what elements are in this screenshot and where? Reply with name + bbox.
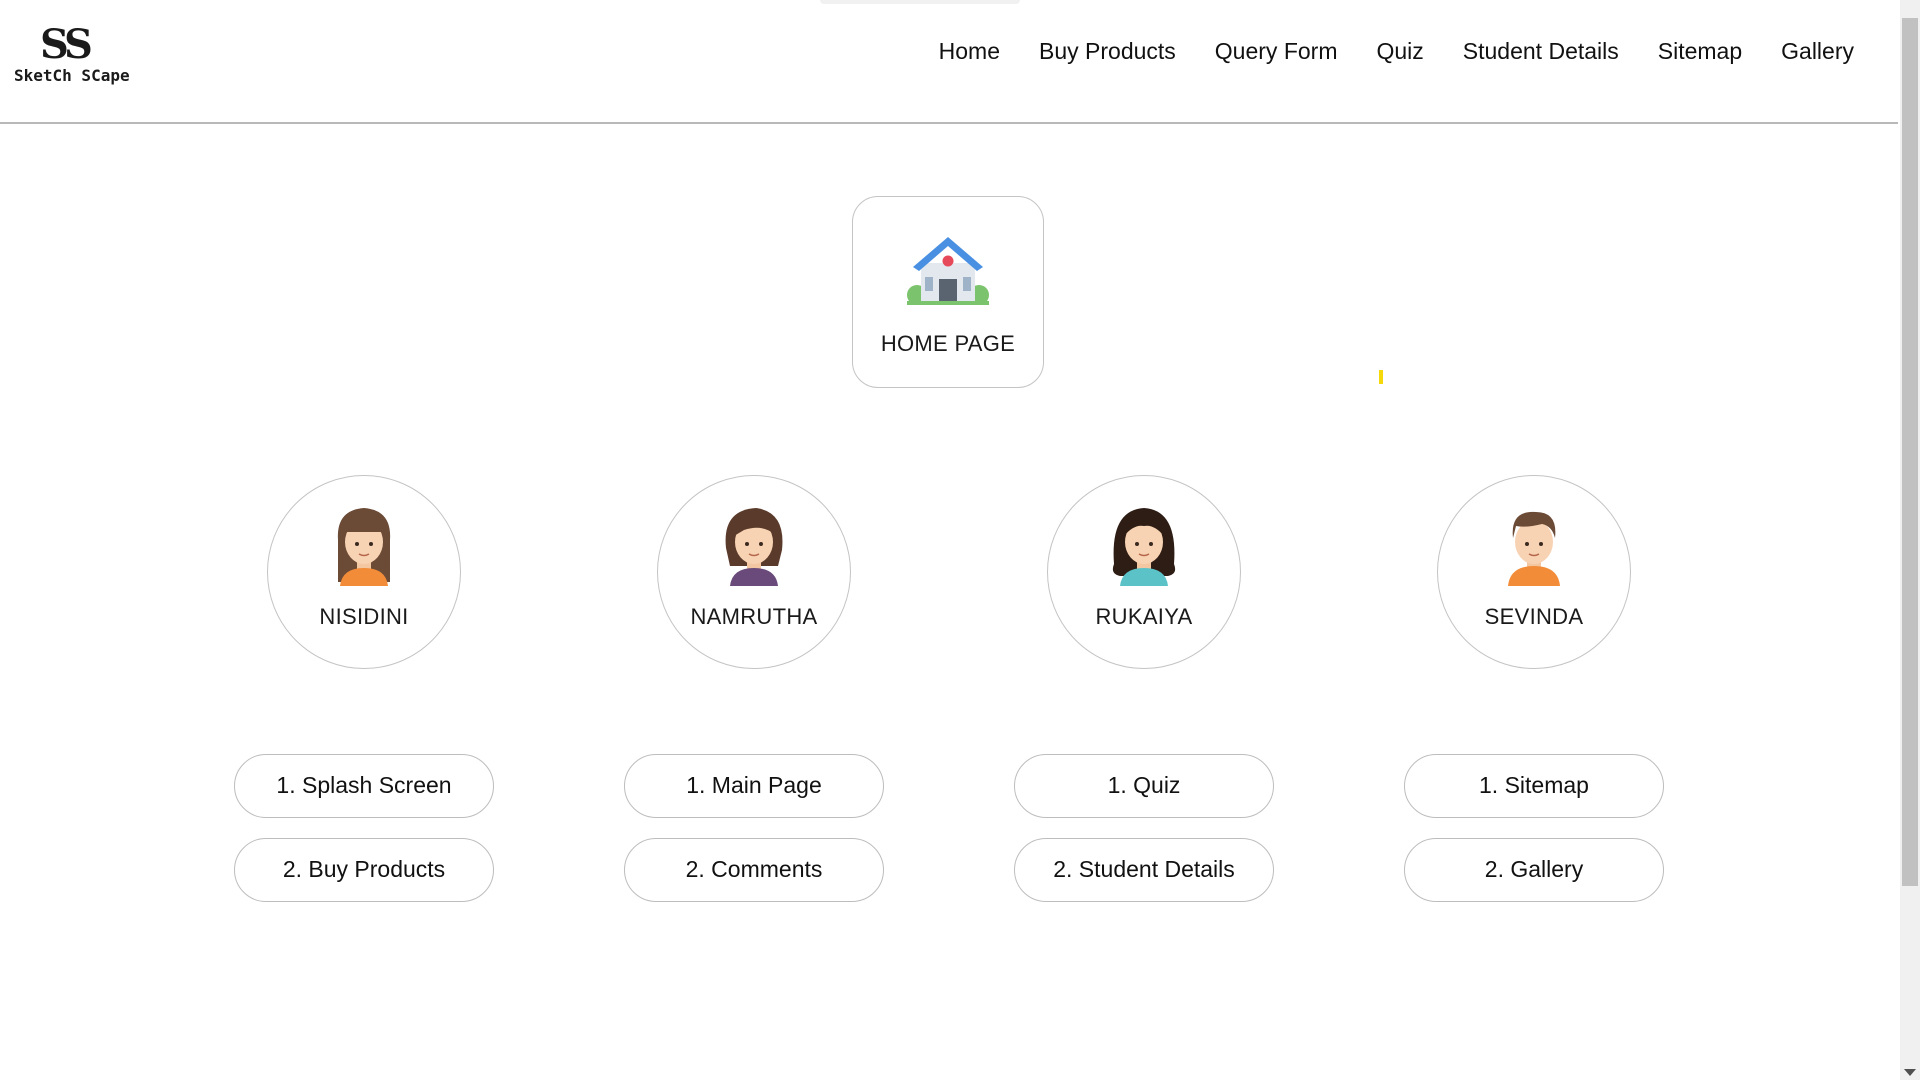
top-shadow	[820, 0, 1020, 4]
logo-mark: SS	[40, 21, 93, 68]
page-link-splash-screen[interactable]: 1. Splash Screen	[234, 754, 494, 818]
boy-avatar-icon	[1508, 511, 1560, 586]
member-name: NISIDINI	[319, 604, 409, 629]
home-page-label: HOME PAGE	[880, 331, 1016, 356]
scroll-down-arrow-icon[interactable]	[1904, 1069, 1916, 1076]
member-card-sevinda[interactable]: SEVINDA	[1437, 475, 1631, 669]
nav-quiz[interactable]: Quiz	[1376, 36, 1423, 66]
page-link-student-details[interactable]: 2. Student Details	[1014, 838, 1274, 902]
site-header: SS SketCh SCape Home Buy Products Query …	[0, 0, 1898, 124]
nav-sitemap[interactable]: Sitemap	[1658, 36, 1742, 66]
scrollbar-thumb[interactable]	[1902, 18, 1918, 886]
nav-student-details[interactable]: Student Details	[1463, 36, 1619, 66]
main-nav: Home Buy Products Query Form Quiz Studen…	[900, 36, 1854, 66]
page-link-comments[interactable]: 2. Comments	[624, 838, 884, 902]
page-link-quiz[interactable]: 1. Quiz	[1014, 754, 1274, 818]
member-card-rukaiya[interactable]: RUKAIYA	[1047, 475, 1241, 669]
member-name: NAMRUTHA	[690, 604, 818, 629]
member-name: RUKAIYA	[1095, 604, 1193, 629]
member-card-namrutha[interactable]: NAMRUTHA	[657, 475, 851, 669]
girl-avatar-icon	[725, 508, 783, 586]
member-name: SEVINDA	[1484, 604, 1584, 629]
home-page-card[interactable]: HOME PAGE	[852, 196, 1044, 388]
member-card-nisidini[interactable]: NISIDINI	[267, 475, 461, 669]
girl-avatar-icon	[1112, 508, 1176, 586]
nav-buy-products[interactable]: Buy Products	[1039, 36, 1176, 66]
page-link-sitemap[interactable]: 1. Sitemap	[1404, 754, 1664, 818]
page-link-gallery[interactable]: 2. Gallery	[1404, 838, 1664, 902]
vertical-scrollbar[interactable]	[1900, 0, 1920, 1080]
nav-query-form[interactable]: Query Form	[1215, 36, 1338, 66]
nav-home[interactable]: Home	[939, 36, 1000, 66]
girl-avatar-icon	[337, 508, 391, 586]
cursor-mark	[1379, 370, 1383, 384]
nav-gallery[interactable]: Gallery	[1781, 36, 1854, 66]
logo[interactable]: SS SketCh SCape	[14, 21, 130, 90]
sitemap-page: SS SketCh SCape Home Buy Products Query …	[0, 0, 1920, 1080]
page-link-main-page[interactable]: 1. Main Page	[624, 754, 884, 818]
page-link-buy-products[interactable]: 2. Buy Products	[234, 838, 494, 902]
logo-text: SketCh SCape	[14, 66, 130, 85]
house-icon	[907, 237, 989, 305]
